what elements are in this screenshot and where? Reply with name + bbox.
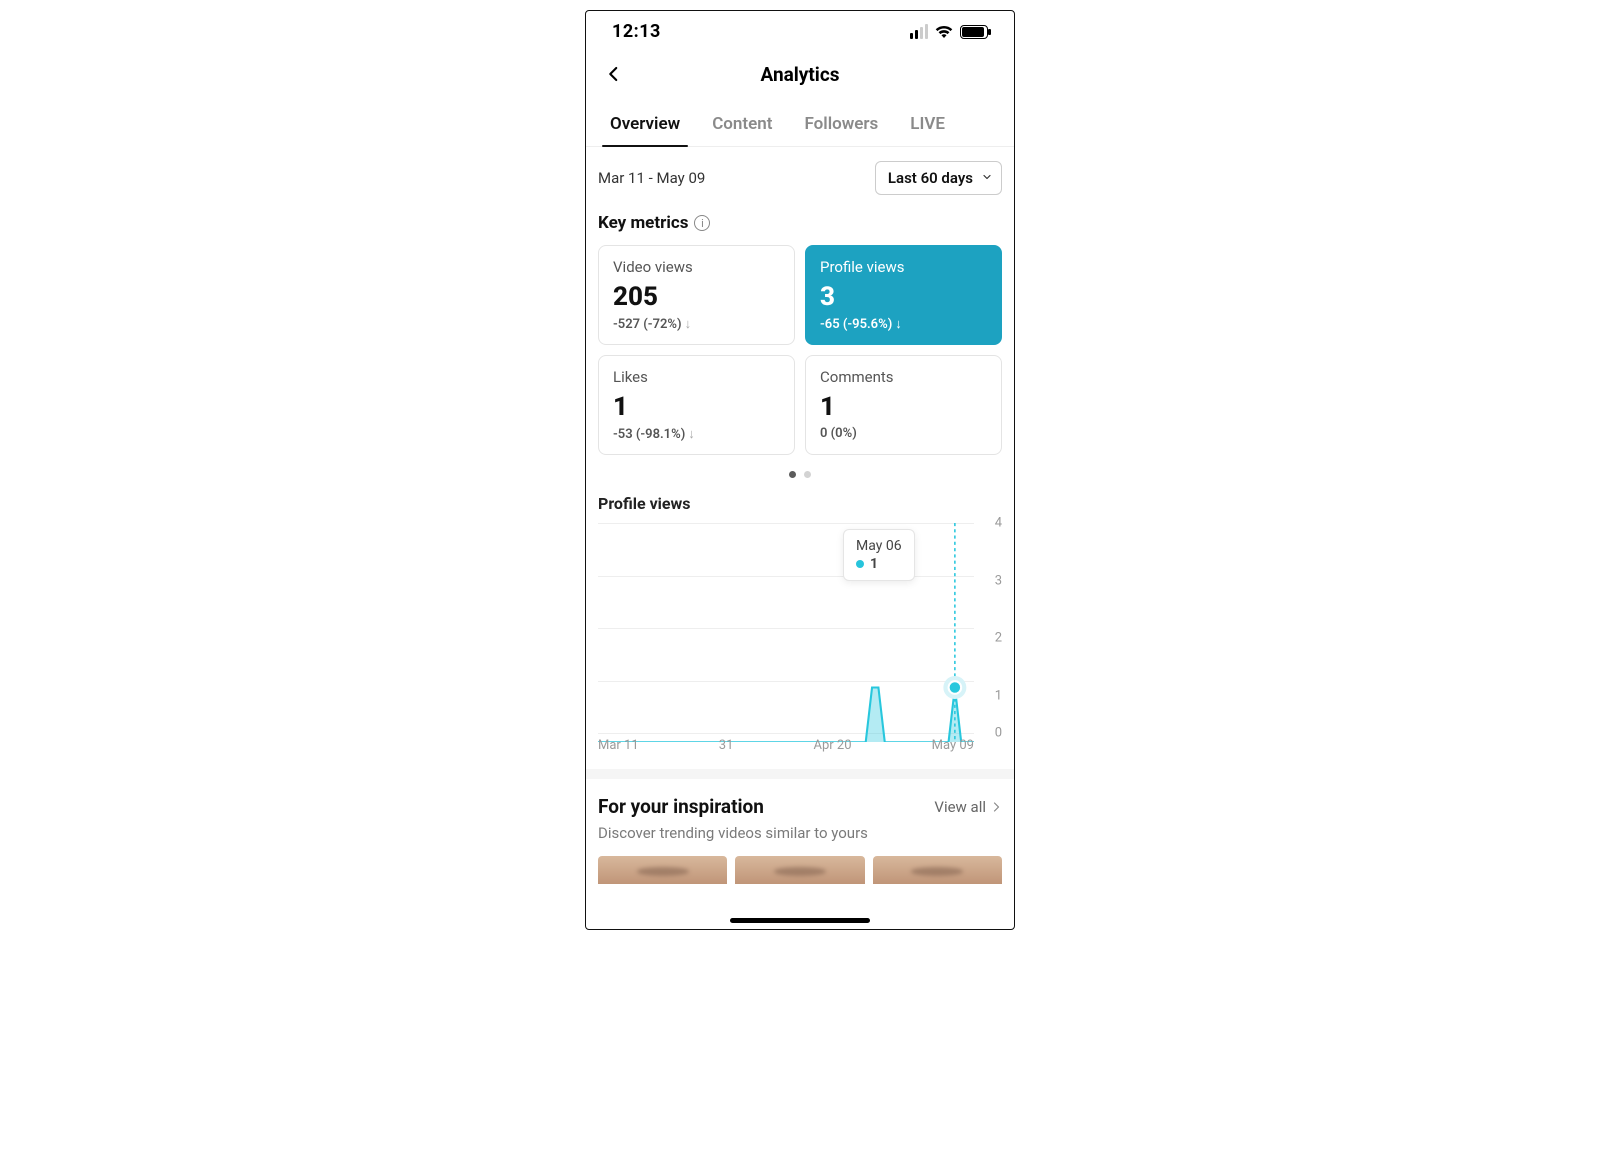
inspiration-header: For your inspiration View all: [598, 795, 1002, 818]
tab-label: Followers: [804, 114, 878, 134]
chart-plot: [598, 523, 974, 742]
metric-label: Video views: [613, 258, 780, 276]
metric-change: -53 (-98.1%) ↓: [613, 426, 780, 442]
dot[interactable]: [804, 471, 811, 478]
battery-icon: [960, 25, 988, 39]
y-tick: 2: [982, 631, 1002, 646]
cellular-signal-icon: [910, 24, 928, 39]
arrow-down-icon: ↓: [685, 316, 692, 332]
inspiration-section: For your inspiration View all Discover t…: [586, 779, 1014, 884]
tooltip-dot-icon: [856, 560, 864, 568]
nav-header: Analytics: [586, 48, 1014, 104]
view-all-label: View all: [934, 798, 986, 816]
date-range-label: Mar 11 - May 09: [598, 169, 705, 187]
metric-label: Likes: [613, 368, 780, 386]
metric-value: 205: [613, 284, 780, 310]
metric-card-likes[interactable]: Likes 1 -53 (-98.1%) ↓: [598, 355, 795, 455]
phone-frame: 12:13 Analytics Overview Content Followe…: [585, 10, 1015, 930]
tab-live[interactable]: LIVE: [894, 104, 961, 146]
chevron-down-icon: [981, 169, 993, 187]
inspiration-title: For your inspiration: [598, 795, 764, 818]
metric-value: 1: [613, 394, 780, 420]
x-tick: 31: [719, 738, 734, 753]
wifi-icon: [934, 25, 954, 39]
chart-tooltip: May 06 1: [843, 529, 915, 581]
x-axis-labels: Mar 11 31 Apr 20 May 09: [598, 738, 974, 753]
tab-followers[interactable]: Followers: [788, 104, 894, 146]
arrow-down-icon: ↓: [688, 426, 695, 442]
tab-overview[interactable]: Overview: [594, 104, 696, 146]
info-icon[interactable]: i: [694, 215, 710, 231]
content-area: Mar 11 - May 09 Last 60 days Key metrics…: [586, 147, 1014, 779]
tab-label: Content: [712, 114, 772, 134]
tab-label: Overview: [610, 114, 680, 134]
y-tick: 3: [982, 573, 1002, 588]
metric-change: -527 (-72%) ↓: [613, 316, 780, 332]
x-tick: May 09: [932, 738, 974, 753]
metric-change: -65 (-95.6%) ↓: [820, 316, 987, 332]
tooltip-date: May 06: [856, 538, 902, 554]
metric-value: 3: [820, 284, 987, 310]
dot[interactable]: [789, 471, 796, 478]
key-metrics-title-text: Key metrics: [598, 213, 688, 233]
metric-card-video-views[interactable]: Video views 205 -527 (-72%) ↓: [598, 245, 795, 345]
page-title: Analytics: [586, 63, 1014, 86]
chart-title: Profile views: [598, 494, 1002, 513]
status-icons: [910, 24, 988, 39]
metrics-grid: Video views 205 -527 (-72%) ↓ Profile vi…: [598, 245, 1002, 455]
metric-value: 1: [820, 394, 987, 420]
metric-label: Profile views: [820, 258, 987, 276]
inspiration-subtitle: Discover trending videos similar to your…: [598, 824, 1002, 842]
metric-card-profile-views[interactable]: Profile views 3 -65 (-95.6%) ↓: [805, 245, 1002, 345]
metric-change: 0 (0%): [820, 426, 987, 441]
pagination-dots: [598, 465, 1002, 490]
inspiration-thumbnails: [598, 856, 1002, 884]
tab-bar: Overview Content Followers LIVE: [586, 104, 1014, 147]
view-all-link[interactable]: View all: [934, 798, 1002, 816]
date-row: Mar 11 - May 09 Last 60 days: [598, 161, 1002, 195]
y-tick: 0: [982, 726, 1002, 741]
key-metrics-title: Key metrics i: [598, 213, 1002, 233]
chart-area[interactable]: 4 3 2 1 0 May 06: [598, 523, 1002, 753]
metric-card-comments[interactable]: Comments 1 0 (0%): [805, 355, 1002, 455]
y-tick: 1: [982, 688, 1002, 703]
status-time: 12:13: [612, 21, 661, 42]
arrow-down-icon: ↓: [895, 316, 902, 332]
video-thumbnail[interactable]: [873, 856, 1002, 884]
range-label: Last 60 days: [888, 169, 973, 187]
home-indicator: [730, 918, 870, 923]
tab-label: LIVE: [910, 114, 945, 134]
chart-section: Profile views 4 3 2 1 0: [598, 494, 1002, 753]
y-tick: 4: [982, 516, 1002, 531]
metric-label: Comments: [820, 368, 987, 386]
video-thumbnail[interactable]: [598, 856, 727, 884]
x-tick: Apr 20: [814, 738, 852, 753]
chevron-right-icon: [990, 801, 1002, 813]
tab-content[interactable]: Content: [696, 104, 788, 146]
tooltip-value: 1: [870, 556, 878, 572]
video-thumbnail[interactable]: [735, 856, 864, 884]
date-range-selector[interactable]: Last 60 days: [875, 161, 1002, 195]
status-bar: 12:13: [586, 11, 1014, 48]
x-tick: Mar 11: [598, 738, 639, 753]
section-divider: [586, 769, 1014, 779]
